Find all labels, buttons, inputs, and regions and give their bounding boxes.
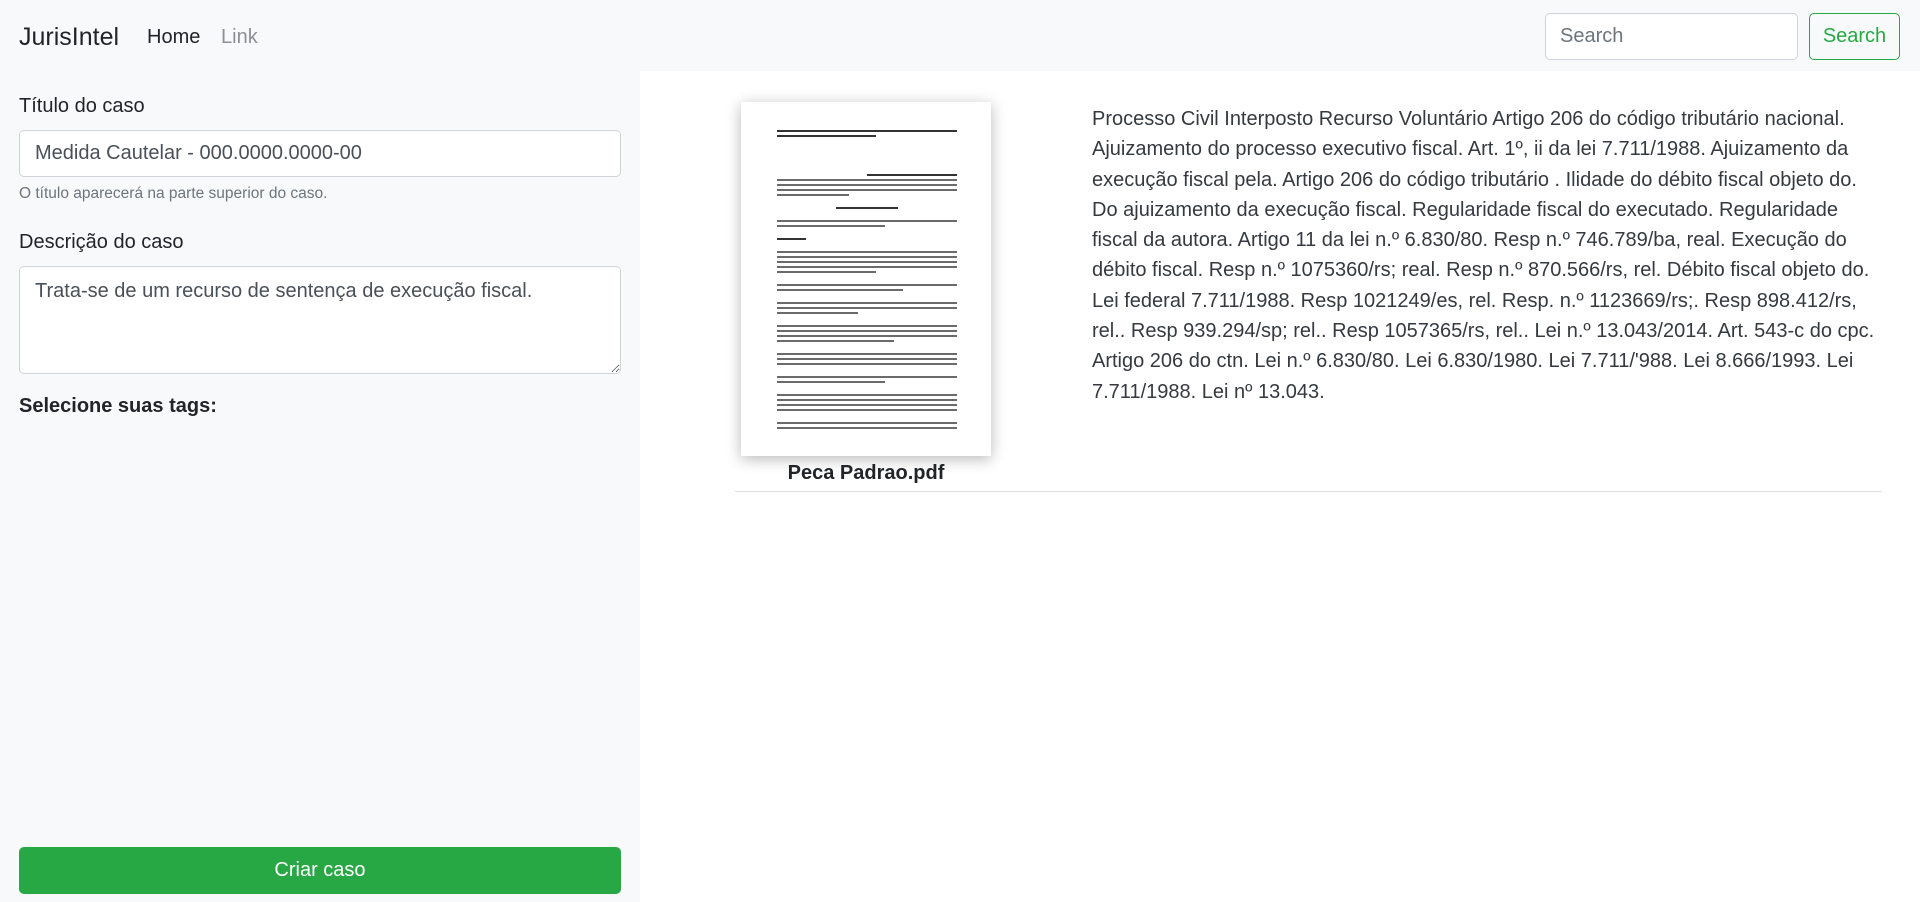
case-description-label: Descrição do caso [19,231,184,253]
nav-link-link[interactable]: Link [221,25,258,49]
case-description-textarea[interactable]: Trata-se de um recurso de sentença de ex… [19,266,621,374]
document-filename[interactable]: Peca Padrao.pdf [741,462,991,485]
document-thumbnail[interactable] [741,102,991,456]
document-summary: Processo Civil Interposto Recurso Volunt… [1092,108,1875,403]
case-title-help: O título aparecerá na parte superior do … [19,185,328,202]
brand-logo[interactable]: JurisIntel [19,22,119,52]
case-form-sidebar: Título do caso O título aparecerá na par… [0,71,640,902]
case-title-input[interactable] [19,130,621,177]
divider [735,491,1882,492]
case-title-label: Título do caso [19,95,145,117]
navbar: JurisIntel Home Link Search [0,0,1920,71]
nav-link-home[interactable]: Home [147,25,200,49]
create-case-button[interactable]: Criar caso [19,847,621,894]
search-input[interactable] [1545,13,1798,60]
search-button[interactable]: Search [1809,13,1900,60]
tags-label: Selecione suas tags: [19,395,217,417]
